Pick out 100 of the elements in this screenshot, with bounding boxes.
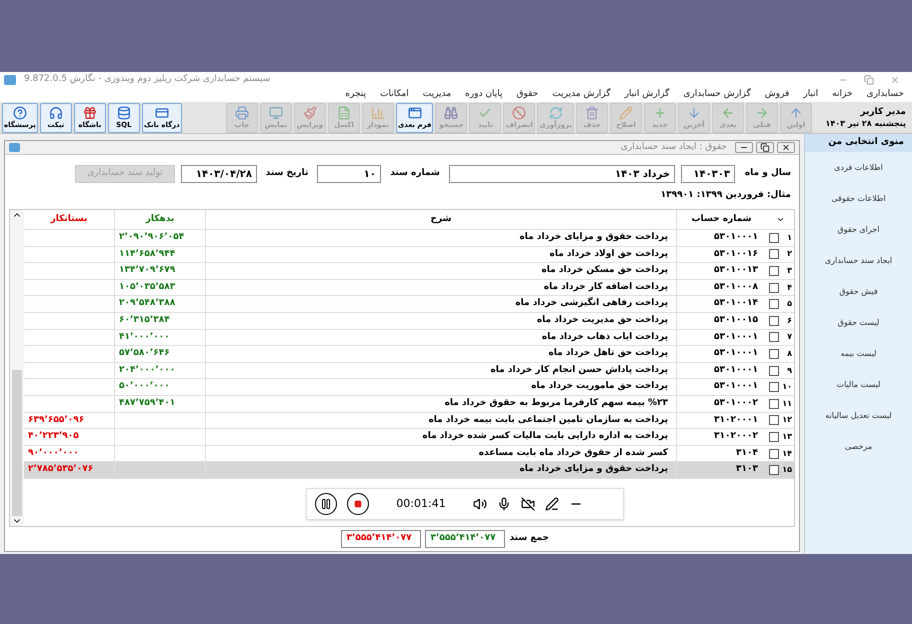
monitor-icon <box>268 106 283 120</box>
table-row[interactable]: ۱۱ ۵۳۰۱۰۰۰۲ %۲۳ بیمه سهم کارفرما مربوط به حقوق خرداد ماه ۴۸۷٬۷۵۹٬۴۰۱ <box>24 396 794 413</box>
row-number: ۱۵ <box>782 464 792 476</box>
table-cell: کسر شده از حقوق خرداد ماه بابت مساعده <box>205 446 676 462</box>
row-checkbox[interactable] <box>769 382 779 392</box>
camera-off-icon[interactable] <box>521 497 535 511</box>
right-arrow-icon <box>755 106 769 120</box>
menu-item[interactable]: گزارش انبار <box>624 88 670 102</box>
dropdown-icon[interactable] <box>776 215 784 224</box>
row-checkbox[interactable] <box>769 348 779 359</box>
sidebar-item[interactable]: فیش حقوق <box>805 276 912 307</box>
menu-item[interactable]: پنجره <box>345 88 366 102</box>
menu-item[interactable]: انبار <box>803 88 818 102</box>
row-checkbox[interactable] <box>769 249 779 260</box>
scrollbar[interactable] <box>10 210 24 526</box>
table-cell-text: ۶۰٬۳۱۵٬۳۸۴ <box>119 314 170 328</box>
column-header: بستانکار <box>49 212 88 226</box>
restore-icon[interactable] <box>756 142 774 153</box>
table-cell: %۲۳ بیمه سهم کارفرما مربوط به حقوق خرداد ماه <box>205 396 676 412</box>
table-cell-text: ۹۰٬۰۰۰٬۰۰۰ <box>28 446 79 460</box>
table-row[interactable]: ۶ ۵۳۰۱۰۰۱۵ پرداخت حق مدیریت خرداد ماه ۶۰٬۳۱۵٬۳۸۴ <box>24 312 794 330</box>
table-row[interactable]: ۱۰ ۵۳۰۱۰۰۰۱ پرداخت حق ماموریت خرداد ماه ۵۰٬۰۰۰٬۰۰۰ <box>24 379 794 396</box>
sidebar-item[interactable]: مرخصی <box>805 431 912 462</box>
menu-item[interactable]: حسابداری <box>866 88 904 102</box>
card-icon <box>154 106 169 120</box>
menu-item[interactable]: گزارش مدیریت <box>552 88 611 102</box>
row-checkbox[interactable] <box>769 332 779 342</box>
row-checkbox[interactable] <box>769 282 779 293</box>
menu-item[interactable]: گزارش حسابداری <box>683 88 751 102</box>
binoculars-icon <box>444 106 458 120</box>
brush-icon <box>302 106 317 120</box>
table-row[interactable]: ۳ ۵۳۰۱۰۰۱۳ پرداخت حق مسکن خرداد ماه ۱۳۴٬۷۰۹٬۶۷۹ <box>24 263 794 280</box>
sidebar-item[interactable]: لیست تعدیل سالیانه <box>805 400 912 431</box>
row-checkbox[interactable] <box>769 415 779 426</box>
row-checkbox[interactable] <box>769 316 779 326</box>
table-cell: ۳۱۰۴ <box>676 446 766 462</box>
stop-icon[interactable] <box>347 493 369 515</box>
sidebar-item[interactable]: اطلاعات فردی <box>805 152 912 183</box>
column-header: شرح <box>205 210 676 229</box>
table-cell-text: ۲٬۷۸۵٬۵۳۵٬۰۷۶ <box>28 463 94 476</box>
row-checkbox[interactable] <box>769 398 779 409</box>
menu-item[interactable]: حقوق <box>516 88 538 102</box>
row-checkbox[interactable] <box>769 299 779 310</box>
table-row[interactable]: ۵ ۵۳۰۱۰۰۱۴ پرداخت رفاهی انگیزشی خرداد ماه ۲۰۹٬۵۴۸٬۳۸۸ <box>24 296 794 313</box>
table-row[interactable]: ۱۴ ۳۱۰۴ کسر شده از حقوق خرداد ماه بابت مساعده ۹۰٬۰۰۰٬۰۰۰ <box>24 446 794 462</box>
table-row[interactable]: ۹ ۵۳۰۱۰۰۰۱ پرداخت پاداش حسن انجام کار خرداد ماه ۲۰۴٬۰۰۰٬۰۰۰ <box>24 362 794 380</box>
menu-item[interactable]: مدیریت <box>422 88 452 102</box>
menu-item[interactable]: امکانات <box>380 88 409 102</box>
row-checkbox[interactable] <box>769 232 779 243</box>
app-icon <box>4 75 16 85</box>
table-row[interactable]: ۱ ۵۳۰۱۰۰۰۱ پرداخت حقوق و مزایای خرداد ماه ۲٬۰۹۰٬۹۰۶٬۰۵۴ <box>24 230 794 247</box>
table-cell-text: ۴۸۷٬۷۵۹٬۴۰۱ <box>119 396 176 410</box>
table-cell: پرداخت حق مسکن خرداد ماه <box>205 263 676 279</box>
menu-item[interactable]: خزانه <box>832 88 853 102</box>
minimize-icon[interactable] <box>735 142 753 153</box>
pause-icon[interactable] <box>315 493 337 515</box>
table-row[interactable]: ۱۲ ۳۱۰۲۰۰۰۱ پرداخت به سازمان تامین اجتماعی بابت بیمه خرداد ماه ۶۳۹٬۶۵۵٬۰۹۶ <box>24 412 794 430</box>
close-icon[interactable] <box>777 142 795 153</box>
row-checkbox[interactable] <box>769 432 779 442</box>
table-row[interactable]: ۱۵ ۳۱۰۳ پرداخت حقوق و مزایای خرداد ماه ۲٬۷۸۵٬۵۳۵٬۰۷۶ <box>24 462 794 479</box>
table-cell: پرداخت حق اولاد خرداد ماه <box>205 246 676 262</box>
table-cell: ۵۳۰۱۰۰۰۱ <box>676 346 766 362</box>
row-checkbox[interactable] <box>769 366 779 376</box>
table-row[interactable]: ۱۳ ۳۱۰۲۰۰۰۲ پرداخت به اداره دارایی بابت مالیات کسر شده خرداد ماه ۴۰٬۲۲۳٬۹۰۵ <box>24 429 794 446</box>
row-number: ۲ <box>786 248 792 260</box>
speaker-icon[interactable] <box>473 497 487 511</box>
menu-item[interactable]: فروش <box>764 88 790 102</box>
input-field[interactable]: ۱۰ <box>317 165 381 183</box>
table-cell-text: ۲٬۰۹۰٬۹۰۶٬۰۵۴ <box>119 231 184 244</box>
sidebar-item[interactable]: لیست بیمه <box>805 338 912 369</box>
column-header: بدهکار <box>114 210 205 229</box>
menu-item[interactable]: پایان دوره <box>465 88 502 102</box>
date-field[interactable]: ۱۴۰۳/۰۴/۲۸ <box>181 165 257 183</box>
table-cell: پرداخت ایاب ذهاب خرداد ماه <box>205 330 676 346</box>
table-cell-text: ۱۳۴٬۷۰۹٬۶۷۹ <box>119 264 176 278</box>
pen-icon[interactable] <box>545 497 559 511</box>
row-number: ۷ <box>786 331 792 344</box>
sidebar-item[interactable]: ایجاد سند حسابداری <box>805 245 912 276</box>
table-row[interactable]: ۴ ۵۳۰۱۰۰۰۸ پرداخت اضافه کار خرداد ماه ۱۰۵٬۰۳۵٬۵۸۳ <box>24 280 794 296</box>
row-checkbox[interactable] <box>769 448 779 459</box>
microphone-icon[interactable] <box>497 497 511 511</box>
sidebar-item[interactable]: لیست مالیات <box>805 369 912 400</box>
user-name: مدیر کاربر <box>860 106 906 118</box>
table-row[interactable]: ۸ ۵۳۰۱۰۰۰۱ پرداخت حق تاهل خرداد ماه ۵۷٬۵۸۰٬۶۴۶ <box>24 346 794 363</box>
input-field[interactable]: خرداد ۱۴۰۳ <box>449 165 675 183</box>
row-number: ۶ <box>786 314 792 327</box>
row-number: ۱ <box>786 232 792 244</box>
row-number: ۱۰ <box>782 381 792 394</box>
table-row[interactable]: ۲ ۵۳۰۱۰۰۱۶ پرداخت حق اولاد خرداد ماه ۱۱۴٬۶۵۸٬۹۴۴ <box>24 246 794 264</box>
sidebar-item[interactable]: اطلاعات حقوقی <box>805 183 912 214</box>
help-icon <box>12 106 27 120</box>
table-cell: پرداخت به سازمان تامین اجتماعی بابت بیمه خرداد ماه <box>205 412 676 428</box>
table-cell: ۳۱۰۳ <box>676 462 766 478</box>
table-row[interactable]: ۷ ۵۳۰۱۰۰۰۱ پرداخت ایاب ذهاب خرداد ماه ۴۱٬۰۰۰٬۰۰۰ <box>24 330 794 346</box>
sidebar-item[interactable]: لیست حقوق <box>805 307 912 338</box>
row-checkbox[interactable] <box>769 465 779 476</box>
input-field[interactable]: ۱۴۰۳۰۳ <box>681 165 735 183</box>
sidebar-item[interactable]: اجرای حقوق <box>805 214 912 245</box>
row-checkbox[interactable] <box>769 266 779 276</box>
sidebar-title: منوی انتخابی من <box>805 134 912 152</box>
